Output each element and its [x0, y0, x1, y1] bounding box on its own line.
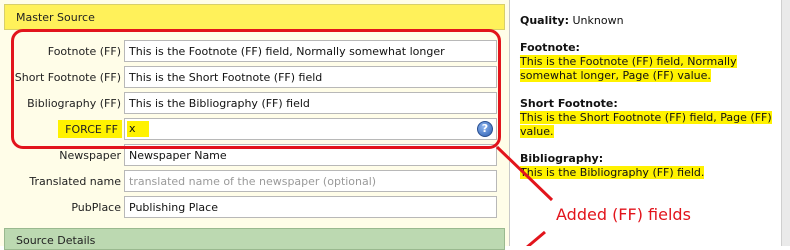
annotation-arrow-down [526, 230, 546, 246]
annotation-arrow-up [495, 145, 554, 202]
added-ff-fields-annotation: Added (FF) fields [556, 205, 691, 224]
